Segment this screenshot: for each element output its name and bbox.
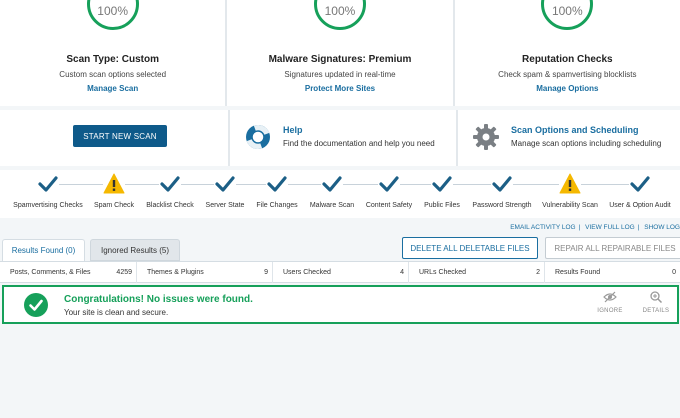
tab-results-found[interactable]: Results Found (0) (2, 239, 85, 261)
ignore-label: IGNORE (597, 308, 623, 314)
stat-label: Results Found (555, 269, 601, 276)
stat-label: URLs Checked (419, 269, 467, 276)
scan-type-progress: 100% (86, 0, 139, 30)
log-links: EMAIL ACTIVITY LOG | VIEW FULL LOG | SHOW … (510, 224, 680, 231)
stage-user-option-audit: User & Option Audit (600, 173, 680, 209)
scan-stats-bar: Posts, Comments, & Files 4259 Themes & P… (0, 261, 680, 283)
scan-result-box: Congratulations! No issues were found. Y… (2, 285, 679, 324)
ignore-button[interactable]: IGNORE (592, 291, 628, 314)
gear-icon (473, 124, 499, 150)
scan-options-subtitle: Manage scan options including scheduling (511, 139, 662, 148)
eye-slash-icon (603, 291, 617, 303)
stat-users-checked: Users Checked 4 (272, 262, 408, 283)
reputation-checks-card: 100% Reputation Checks Check spam & spam… (454, 0, 680, 106)
email-activity-log-link[interactable]: EMAIL ACTIVITY LOG (510, 224, 575, 231)
malware-signatures-card: 100% Malware Signatures: Premium Signatu… (227, 0, 453, 106)
details-label: DETAILS (642, 308, 670, 314)
scan-actions-row: START NEW SCAN Help Find the documentati… (0, 110, 680, 166)
scan-summary-cards: 100% Scan Type: Custom Custom scan optio… (0, 0, 680, 106)
stage-label: User & Option Audit (609, 202, 671, 209)
signatures-percent: 100% (324, 4, 356, 18)
check-icon (378, 173, 400, 195)
stat-label: Users Checked (283, 269, 331, 276)
signatures-subtitle: Signatures updated in real-time (284, 70, 396, 79)
scan-type-title: Scan Type: Custom (66, 54, 159, 65)
stage-label: Vulnerability Scan (542, 202, 598, 209)
manage-scan-link[interactable]: Manage Scan (0, 84, 225, 93)
stat-themes-plugins: Themes & Plugins 9 (136, 262, 272, 283)
lifebuoy-icon (246, 125, 270, 149)
check-icon (266, 173, 288, 195)
stat-value: 2 (536, 269, 540, 276)
stat-value: 4259 (116, 269, 132, 276)
reputation-subtitle: Check spam & spamvertising blocklists (498, 70, 637, 79)
stat-posts-files: Posts, Comments, & Files 4259 (0, 262, 136, 283)
check-icon (214, 173, 236, 195)
view-full-log-link[interactable]: VIEW FULL LOG (585, 224, 635, 231)
start-new-scan-button[interactable]: START NEW SCAN (73, 125, 167, 147)
show-log-link[interactable]: SHOW LOG (644, 224, 680, 231)
stat-value: 9 (264, 269, 268, 276)
check-circle-icon (24, 293, 48, 317)
scan-type-card: 100% Scan Type: Custom Custom scan optio… (0, 0, 226, 106)
check-icon (431, 173, 453, 195)
reputation-percent: 100% (551, 4, 583, 18)
result-subtitle: Your site is clean and secure. (64, 308, 169, 317)
protect-more-sites-link[interactable]: Protect More Sites (227, 84, 452, 93)
help-title[interactable]: Help (283, 125, 303, 135)
stat-value: 0 (672, 269, 676, 276)
scan-options-cell[interactable]: Scan Options and Scheduling Manage scan … (458, 110, 680, 166)
details-button[interactable]: DETAILS (638, 291, 674, 314)
warning-icon (103, 173, 125, 195)
check-icon (629, 173, 651, 195)
check-icon (491, 173, 513, 195)
signatures-title: Malware Signatures: Premium (268, 54, 412, 65)
help-subtitle: Find the documentation and help you need (283, 139, 435, 148)
reputation-progress: 100% (541, 0, 594, 30)
reputation-title: Reputation Checks (522, 54, 613, 65)
check-icon (159, 173, 181, 195)
stage-vulnerability-scan: Vulnerability Scan (530, 173, 610, 209)
stat-label: Posts, Comments, & Files (10, 269, 91, 276)
warning-icon (559, 173, 581, 195)
stat-urls-checked: URLs Checked 2 (408, 262, 544, 283)
stat-results-found: Results Found 0 (544, 262, 680, 283)
stat-value: 4 (400, 269, 404, 276)
manage-options-link[interactable]: Manage Options (455, 84, 680, 93)
help-cell[interactable]: Help Find the documentation and help you… (230, 110, 456, 166)
tab-ignored-results[interactable]: Ignored Results (5) (90, 239, 180, 261)
check-icon (321, 173, 343, 195)
repair-all-repairable-button[interactable]: REPAIR ALL REPAIRABLE FILES (545, 237, 680, 259)
result-title: Congratulations! No issues were found. (64, 294, 253, 305)
scan-stages: Spamvertising Checks Spam Check Blacklis… (0, 170, 680, 218)
stat-label: Themes & Plugins (147, 269, 204, 276)
signatures-progress: 100% (313, 0, 366, 30)
check-icon (37, 173, 59, 195)
magnifier-icon (650, 291, 663, 303)
scan-type-percent: 100% (97, 4, 128, 18)
scan-type-subtitle: Custom scan options selected (59, 70, 167, 79)
scan-options-title[interactable]: Scan Options and Scheduling (511, 125, 639, 135)
delete-all-deletable-button[interactable]: DELETE ALL DELETABLE FILES (402, 237, 538, 259)
start-scan-cell: START NEW SCAN (0, 110, 228, 166)
